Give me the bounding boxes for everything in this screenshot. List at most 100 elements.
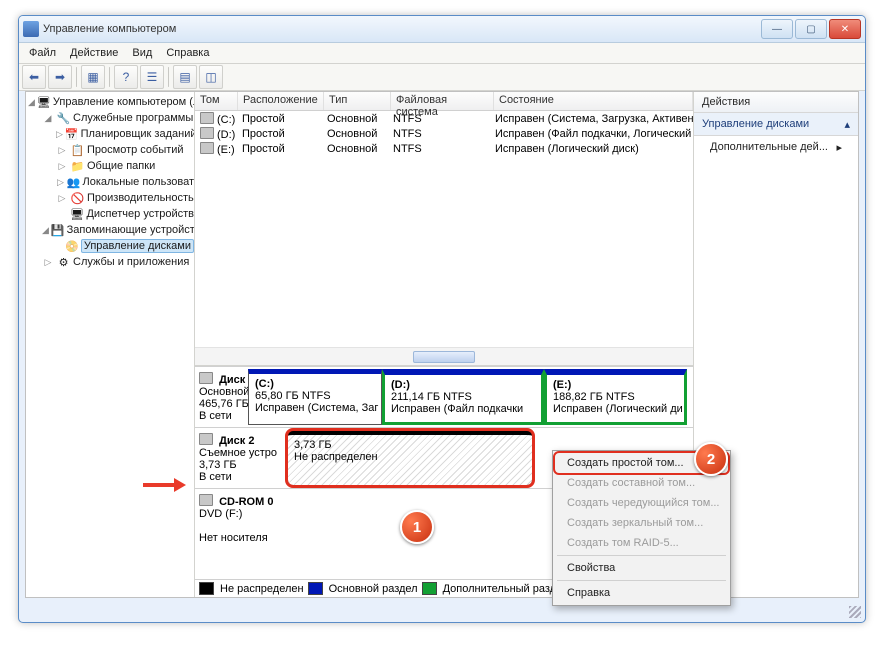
legend-extended-label: Дополнительный раздел <box>443 583 569 595</box>
cell-fs: NTFS <box>388 128 490 140</box>
cell-layout: Простой <box>237 128 322 140</box>
expander-icon[interactable]: ▷ <box>56 193 68 204</box>
expander-icon[interactable]: ◢ <box>42 113 54 124</box>
legend-unalloc-label: Не распределен <box>220 583 304 595</box>
disk-icon <box>199 372 213 384</box>
cell-vol: (D:) <box>195 127 237 141</box>
tree-node-label: Производительность <box>87 192 194 204</box>
partition[interactable]: (E:)188,82 ГБ NTFSИсправен (Логический д… <box>544 369 687 425</box>
tree-item[interactable]: ▷📋Просмотр событий <box>26 142 194 158</box>
cell-type: Основной <box>322 128 388 140</box>
partition-unallocated[interactable]: 3,73 ГБНе распределен <box>287 430 533 486</box>
annotation-badge-1: 1 <box>400 510 434 544</box>
cell-type: Основной <box>322 143 388 155</box>
menu-view[interactable]: Вид <box>132 47 152 59</box>
content-area: ◢🖥Управление компьютером (л◢🔧Служебные п… <box>25 91 859 598</box>
annotation-arrow <box>143 478 193 492</box>
separator-icon <box>109 67 110 87</box>
legend-primary-swatch <box>308 582 323 595</box>
scrollbar-thumb[interactable] <box>413 351 475 363</box>
context-menu-properties[interactable]: Свойства <box>555 558 728 578</box>
cell-fs: NTFS <box>388 143 490 155</box>
col-layout[interactable]: Расположение <box>238 92 324 110</box>
partition[interactable]: (D:)211,14 ГБ NTFSИсправен (Файл подкачк… <box>382 369 544 425</box>
tree-node-label: Управление компьютером (л <box>53 96 195 108</box>
tree-node-label: Планировщик заданий <box>81 128 195 140</box>
menu-file[interactable]: Файл <box>29 47 56 59</box>
tree-node-icon: 📋 <box>70 143 85 157</box>
disk-icon <box>199 433 213 445</box>
toolbar-tiles-button[interactable]: ▦ <box>81 65 105 89</box>
tree-item[interactable]: 📀Управление дисками <box>26 238 194 254</box>
toolbar-refresh-button[interactable]: ☰ <box>140 65 164 89</box>
volume-row[interactable]: (D:)ПростойОсновнойNTFSИсправен (Файл по… <box>195 126 693 141</box>
tree-node-label: Запоминающие устройст <box>67 224 195 236</box>
tree-node-icon: 👥 <box>67 175 81 189</box>
tree-node-icon: 🖥 <box>70 207 85 221</box>
resize-grip[interactable] <box>849 606 861 618</box>
tree-node-icon: 📁 <box>70 159 85 173</box>
disk-info[interactable]: Диск 0Основной465,76 ГБВ сети <box>195 367 248 427</box>
tree-node-label: Управление дисками <box>81 239 194 253</box>
partition[interactable]: (C:)65,80 ГБ NTFSИсправен (Система, Заг <box>248 369 382 425</box>
volume-row[interactable]: (C:)ПростойОсновнойNTFSИсправен (Система… <box>195 111 693 126</box>
nav-forward-button[interactable]: ➡ <box>48 65 72 89</box>
disk-icon <box>199 494 213 506</box>
toolbar-view1-button[interactable]: ▤ <box>173 65 197 89</box>
expander-icon[interactable]: ▷ <box>42 257 54 268</box>
expander-icon[interactable]: ◢ <box>28 97 35 108</box>
menu-bar: Файл Действие Вид Справка <box>19 43 865 64</box>
disk-info[interactable]: CD-ROM 0DVD (F:)Нет носителя <box>195 489 287 549</box>
toolbar-help-button[interactable]: ? <box>114 65 138 89</box>
tree-node-icon: 📀 <box>65 239 79 253</box>
collapse-icon: ▴ <box>844 118 850 131</box>
actions-more[interactable]: Дополнительные дей... ▸ <box>694 136 858 158</box>
tree-item[interactable]: ▷📁Общие папки <box>26 158 194 174</box>
col-type[interactable]: Тип <box>324 92 391 110</box>
expander-icon[interactable]: ◢ <box>42 225 49 236</box>
context-menu-help[interactable]: Справка <box>555 583 728 603</box>
app-window: Управление компьютером — ▢ ✕ Файл Действ… <box>18 15 866 623</box>
cell-layout: Простой <box>237 143 322 155</box>
cell-vol: (C:) <box>195 112 237 126</box>
tree-node-icon: 🚫 <box>70 191 85 205</box>
actions-more-label: Дополнительные дей... <box>710 141 828 153</box>
actions-header: Действия <box>694 92 858 113</box>
cell-fs: NTFS <box>388 113 490 125</box>
h-scrollbar[interactable] <box>195 347 693 365</box>
tree-item[interactable]: 🖥Диспетчер устройств <box>26 206 194 222</box>
expander-icon[interactable]: ▷ <box>56 129 63 140</box>
menu-action[interactable]: Действие <box>70 47 118 59</box>
tree-item[interactable]: ◢💾Запоминающие устройст <box>26 222 194 238</box>
tree-node-icon: ⚙ <box>56 255 71 269</box>
tree-node-label: Диспетчер устройств <box>86 208 194 220</box>
disk-info[interactable]: Диск 2Съемное устро3,73 ГБВ сети <box>195 428 287 488</box>
tree-node-icon: 🖥 <box>37 95 51 109</box>
col-status[interactable]: Состояние <box>494 92 693 110</box>
minimize-button[interactable]: — <box>761 19 793 39</box>
toolbar-view2-button[interactable]: ◫ <box>199 65 223 89</box>
volumes-list: (C:)ПростойОсновнойNTFSИсправен (Система… <box>195 111 693 347</box>
nav-back-button[interactable]: ⬅ <box>22 65 46 89</box>
tree-item[interactable]: ◢🖥Управление компьютером (л <box>26 94 194 110</box>
menu-help[interactable]: Справка <box>166 47 209 59</box>
tree-item[interactable]: ▷⚙Службы и приложения <box>26 254 194 270</box>
actions-section[interactable]: Управление дисками ▴ <box>694 113 858 136</box>
col-fs[interactable]: Файловая система <box>391 92 494 110</box>
tree-item[interactable]: ▷📅Планировщик заданий <box>26 126 194 142</box>
tree-node-label: Службы и приложения <box>73 256 189 268</box>
cell-status: Исправен (Файл подкачки, Логический диск… <box>490 128 693 140</box>
close-button[interactable]: ✕ <box>829 19 861 39</box>
maximize-button[interactable]: ▢ <box>795 19 827 39</box>
tree-item[interactable]: ▷🚫Производительность <box>26 190 194 206</box>
expander-icon[interactable]: ▷ <box>56 161 68 172</box>
tree-item[interactable]: ◢🔧Служебные программы <box>26 110 194 126</box>
tree-item[interactable]: ▷👥Локальные пользоват <box>26 174 194 190</box>
expander-icon[interactable]: ▷ <box>56 145 68 156</box>
col-vol[interactable]: Том <box>195 92 238 110</box>
separator-icon <box>76 67 77 87</box>
volume-row[interactable]: (E:)ПростойОсновнойNTFSИсправен (Логичес… <box>195 141 693 156</box>
drive-icon <box>200 112 214 124</box>
expander-icon[interactable]: ▷ <box>56 177 65 188</box>
context-menu-separator <box>557 555 726 556</box>
